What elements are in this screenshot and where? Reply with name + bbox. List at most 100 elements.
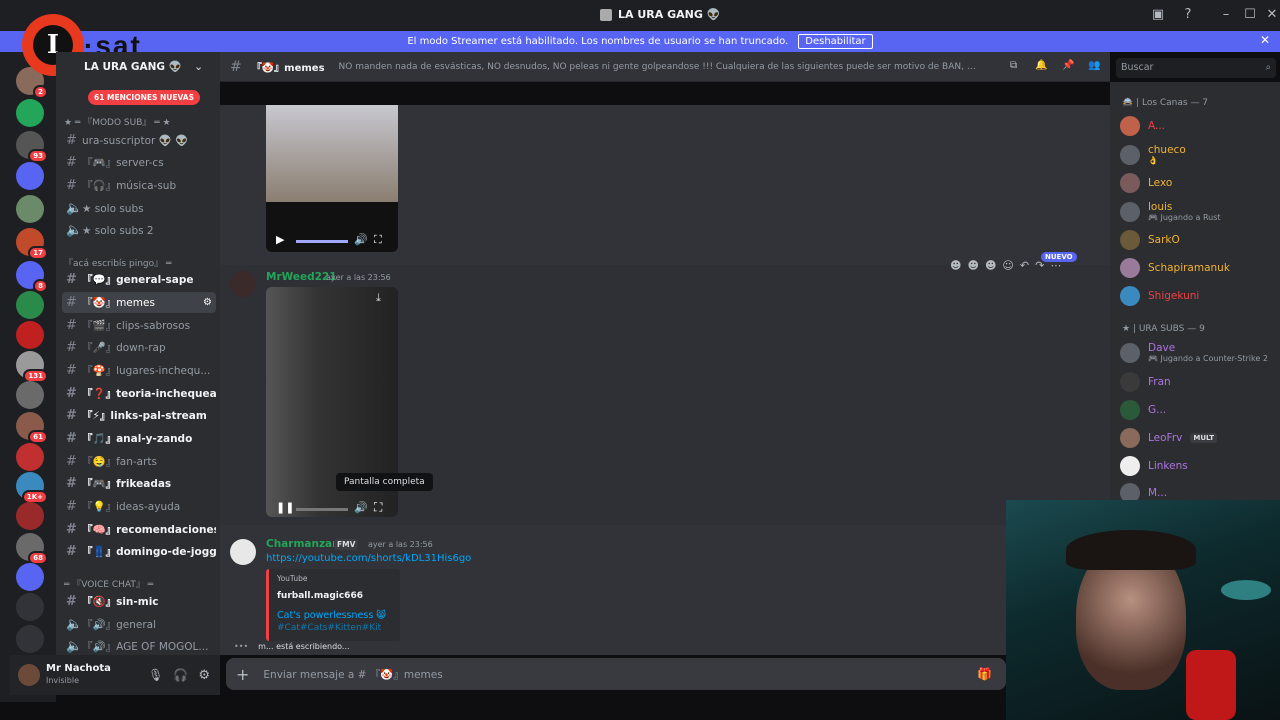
server-icon[interactable]	[16, 443, 44, 471]
avatar[interactable]	[230, 539, 256, 565]
member-item[interactable]: A...	[1120, 116, 1165, 136]
server-icon[interactable]: 1K+	[16, 472, 48, 504]
add-attachment-icon[interactable]: +	[236, 665, 249, 684]
fullscreen-icon[interactable]: ⛶	[374, 233, 382, 247]
member-item[interactable]: Linkens	[1120, 456, 1188, 476]
category-subs[interactable]: ★ ═ 『MODO SUB』 ═ ★	[64, 115, 171, 128]
server-icon[interactable]	[16, 162, 44, 190]
embed-author[interactable]: furball.magic666	[277, 591, 392, 601]
member-item[interactable]: louis 🎮 Jugando a Rust	[1120, 201, 1221, 222]
reaction-icon[interactable]: ☻	[985, 259, 996, 272]
maximize-button[interactable]: ☐	[1240, 6, 1260, 24]
channel-sin-mic[interactable]: # 『🔇』sin-mic	[62, 591, 216, 612]
voice-general[interactable]: 🔈 『🔊』general	[62, 614, 216, 635]
close-button[interactable]: ✕	[1262, 6, 1280, 24]
member-item[interactable]: Schapiramanuk	[1120, 258, 1230, 278]
reply-icon[interactable]: ↶	[1020, 259, 1029, 272]
forward-icon[interactable]: ↷	[1035, 259, 1044, 272]
gift-icon[interactable]: 🎁	[977, 667, 992, 681]
headphones-icon[interactable]: 🎧	[173, 668, 188, 682]
play-icon[interactable]: ▶	[276, 233, 284, 246]
inbox-icon[interactable]: ▣	[1148, 6, 1168, 24]
reaction-icon[interactable]: ☻	[967, 259, 978, 272]
minimize-button[interactable]: –	[1216, 6, 1236, 24]
download-icon[interactable]: ⤓	[376, 291, 381, 305]
pause-icon[interactable]: ❚❚	[276, 501, 294, 514]
server-icon[interactable]	[16, 291, 44, 319]
members-icon[interactable]: 👥	[1088, 60, 1100, 71]
help-icon[interactable]: ?	[1178, 6, 1198, 24]
channel-memes[interactable]: # 『🤡』memes ⚙	[62, 292, 216, 313]
member-item[interactable]: LeoFrv MULT	[1120, 428, 1218, 448]
server-name[interactable]: LA URA GANG 👽	[84, 60, 182, 73]
category-main[interactable]: 『acá escribís pingo』 ═	[64, 256, 171, 269]
channel-frikeadas[interactable]: # 『🎮』frikeadas	[62, 473, 216, 494]
member-item[interactable]: chueco 👌	[1120, 144, 1186, 165]
channel-server-cs[interactable]: # 『🎮』server-cs	[62, 152, 216, 173]
server-icon[interactable]	[16, 381, 44, 409]
embed-title[interactable]: Cat's powerlessness 😸	[277, 610, 392, 621]
channel-ura-suscriptor[interactable]: # ura-suscriptor 👽 👽	[62, 130, 216, 151]
channel-general-sape[interactable]: # 『💬』general-sape	[62, 269, 216, 290]
channel-domingo-de-joggin[interactable]: # 『👖』domingo-de-joggin	[62, 541, 216, 562]
member-item[interactable]: Lexo	[1120, 173, 1172, 193]
message-input[interactable]: Enviar mensaje a # 『🤡』memes	[263, 667, 442, 682]
close-banner-icon[interactable]: ✕	[1260, 33, 1270, 47]
server-icon[interactable]	[16, 563, 44, 591]
channel-links-pal-stream[interactable]: # 『⚡』links-pal-stream	[62, 405, 216, 426]
channel-clips-sabrosos[interactable]: # 『🎬』clips-sabrosos	[62, 315, 216, 336]
settings-gear-icon[interactable]: ⚙	[198, 668, 210, 683]
member-item[interactable]: Fran	[1120, 372, 1171, 392]
add-reaction-icon[interactable]: ☺	[1002, 259, 1013, 272]
voice-solo-subs[interactable]: 🔈 ★ solo subs	[62, 198, 216, 219]
search-input[interactable]: Buscar ⌕	[1116, 58, 1276, 78]
server-icon[interactable]: 93	[16, 131, 48, 163]
voice-solo-subs-2[interactable]: 🔈 ★ solo subs 2	[62, 220, 216, 241]
server-icon[interactable]	[16, 502, 44, 530]
microphone-icon[interactable]: 🎙	[148, 668, 163, 682]
member-item[interactable]: Shigekuni	[1120, 286, 1199, 306]
channel-down-rap[interactable]: # 『🎤』down-rap	[62, 337, 216, 358]
server-icon[interactable]	[16, 593, 44, 621]
server-icon[interactable]	[16, 321, 44, 349]
volume-slider[interactable]	[296, 508, 348, 511]
channel-anal-y-zando[interactable]: # 『🎵』anal-y-zando	[62, 428, 216, 449]
voice-age-of-mogol[interactable]: 🔈 『🔊』AGE OF MOGOL...	[62, 636, 216, 655]
channel-teoria[interactable]: # 『❓』teoria-inchequea...	[62, 383, 216, 404]
server-icon[interactable]: 17	[16, 228, 48, 260]
volume-icon[interactable]: 🔊	[354, 233, 368, 246]
more-icon[interactable]: ⋯	[1050, 259, 1061, 272]
server-icon[interactable]	[16, 99, 44, 127]
server-icon[interactable]: 8	[16, 261, 48, 293]
message-link[interactable]: https://youtube.com/shorts/kDL31His6go	[266, 553, 471, 564]
server-icon[interactable]	[16, 625, 44, 653]
avatar[interactable]	[230, 271, 256, 297]
video-attachment[interactable]: ▶ 🔊 ⛶	[266, 105, 398, 252]
channel-fan-arts[interactable]: # 『🤤』fan-arts	[62, 451, 216, 472]
channel-lugares[interactable]: # 『🍄』lugares-inchequ...	[62, 360, 216, 381]
channel-topic[interactable]: NO manden nada de esvásticas, NO desnudo…	[339, 62, 979, 72]
bell-icon[interactable]: 🔔	[1035, 60, 1047, 71]
channel-musica-sub[interactable]: # 『🎧』música-sub	[62, 175, 216, 196]
channel-recomendaciones[interactable]: # 『🧠』recomendaciones	[62, 519, 216, 540]
server-icon[interactable]: 131	[16, 351, 48, 383]
mentions-pill[interactable]: 61 MENCIONES NUEVAS	[88, 90, 200, 105]
disable-streamer-button[interactable]: Deshabilitar	[798, 34, 873, 49]
reaction-icon[interactable]: ☻	[950, 259, 961, 272]
fullscreen-icon[interactable]: ⛶	[374, 500, 382, 515]
category-voice[interactable]: ═ 『VOICE CHAT』 ═	[64, 577, 153, 590]
member-item[interactable]: SarkO	[1120, 230, 1180, 250]
volume-icon[interactable]: 🔊	[354, 501, 368, 514]
threads-icon[interactable]: ⧉	[1010, 60, 1017, 71]
server-icon[interactable]: 68	[16, 533, 48, 565]
channel-ideas-ayuda[interactable]: # 『💡』ideas-ayuda	[62, 496, 216, 517]
server-icon[interactable]	[16, 195, 44, 223]
member-item[interactable]: G...	[1120, 400, 1166, 420]
member-item[interactable]: Dave 🎮 Jugando a Counter-Strike 2	[1120, 342, 1268, 363]
avatar[interactable]	[18, 664, 40, 686]
pin-icon[interactable]: 📌	[1062, 60, 1074, 71]
message-composer[interactable]: + Enviar mensaje a # 『🤡』memes 🎁	[226, 658, 1006, 690]
server-icon[interactable]: 61	[16, 412, 48, 444]
chevron-down-icon[interactable]: ⌄	[194, 60, 203, 73]
volume-slider[interactable]	[296, 240, 348, 243]
